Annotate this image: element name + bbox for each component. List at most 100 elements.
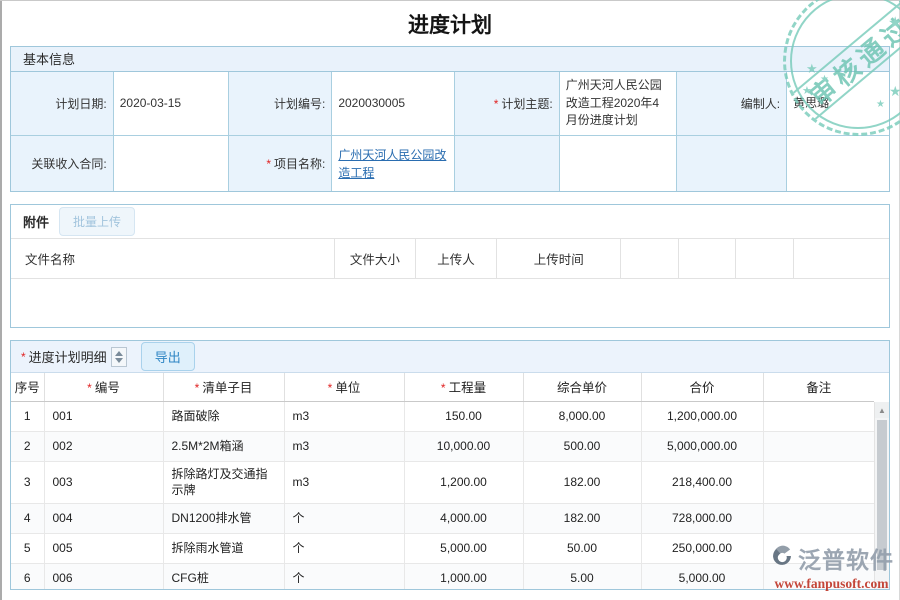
required-asterisk: *	[266, 157, 271, 171]
detail-cell	[763, 504, 874, 534]
detail-cell: 1	[11, 401, 44, 431]
detail-cell: 3	[11, 461, 44, 504]
detail-cell: 拆除雨水管道	[163, 534, 284, 564]
detail-cell: m3	[284, 461, 404, 504]
detail-table: 序号*编号*清单子目*单位*工程量综合单价合价备注 1001路面破除m3150.…	[11, 373, 874, 590]
field-label: 计划日期:	[11, 72, 114, 136]
project-name-link[interactable]: 广州天河人民公园改造工程	[338, 146, 448, 182]
detail-header-row: 序号*编号*清单子目*单位*工程量综合单价合价备注	[11, 373, 874, 401]
sort-down-icon	[115, 358, 123, 363]
field-value: 广州天河人民公园改造工程	[332, 136, 455, 191]
detail-cell	[763, 401, 874, 431]
field-value: 黄思璐	[787, 72, 889, 136]
detail-col-header: 合价	[641, 373, 763, 401]
detail-cell: 003	[44, 461, 163, 504]
attach-col-header: 上传人	[416, 239, 498, 278]
detail-cell: 182.00	[523, 461, 641, 504]
detail-cell: 个	[284, 504, 404, 534]
brand-row: 泛普软件	[769, 541, 894, 575]
detail-cell: 5	[11, 534, 44, 564]
detail-cell	[763, 461, 874, 504]
attach-col-header	[736, 239, 794, 278]
field-label: 关联收入合同:	[11, 136, 114, 191]
export-button[interactable]: 导出	[141, 342, 195, 371]
detail-cell: 2.5M*2M箱涵	[163, 431, 284, 461]
detail-cell: 10,000.00	[404, 431, 523, 461]
field-label: *计划主题:	[455, 72, 559, 136]
sort-toggle-icon[interactable]	[111, 347, 127, 367]
field-value	[560, 136, 678, 191]
detail-cell: 5,000.00	[641, 564, 763, 590]
attach-col-header	[679, 239, 736, 278]
detail-section: * 进度计划明细 导出 序号*编号*清单子目*单位*工程量综合单价合价备注 10…	[10, 340, 890, 590]
detail-col-header: 综合单价	[523, 373, 641, 401]
detail-toolbar: * 进度计划明细 导出	[11, 341, 889, 373]
star-icon: ★	[889, 83, 900, 100]
required-asterisk: *	[328, 381, 333, 395]
attachments-title: 附件	[23, 212, 49, 231]
brand-logo-icon	[769, 543, 795, 574]
sort-up-icon	[115, 351, 123, 356]
detail-row: 5005拆除雨水管道个5,000.0050.00250,000.00	[11, 534, 874, 564]
detail-cell: 1,200,000.00	[641, 401, 763, 431]
field-label: 编制人:	[677, 72, 787, 136]
basic-info-section-title: 基本信息	[11, 47, 889, 72]
detail-col-header: *单位	[284, 373, 404, 401]
detail-cell: 150.00	[404, 401, 523, 431]
detail-cell: 个	[284, 534, 404, 564]
attachments-table-header: 文件名称文件大小上传人上传时间	[11, 238, 889, 279]
detail-cell: m3	[284, 431, 404, 461]
detail-cell: 6	[11, 564, 44, 590]
detail-cell: 006	[44, 564, 163, 590]
detail-section-title: 进度计划明细	[29, 347, 107, 366]
detail-cell: 005	[44, 534, 163, 564]
field-value: 2020030005	[332, 72, 455, 136]
detail-row: 20022.5M*2M箱涵m310,000.00500.005,000,000.…	[11, 431, 874, 461]
attachments-header: 附件 批量上传	[11, 205, 889, 238]
detail-col-header: *工程量	[404, 373, 523, 401]
detail-cell: 004	[44, 504, 163, 534]
detail-cell: 218,400.00	[641, 461, 763, 504]
detail-cell: 500.00	[523, 431, 641, 461]
field-value: 广州天河人民公园改造工程2020年4月份进度计划	[560, 72, 678, 136]
batch-upload-button[interactable]: 批量上传	[59, 207, 135, 236]
detail-cell: 拆除路灯及交通指示牌	[163, 461, 284, 504]
detail-cell: 4	[11, 504, 44, 534]
detail-cell: 728,000.00	[641, 504, 763, 534]
detail-cell: 4,000.00	[404, 504, 523, 534]
attach-col-header	[794, 239, 889, 278]
detail-cell: 8,000.00	[523, 401, 641, 431]
brand-watermark: 泛普软件 www.fanpusoft.com	[769, 541, 894, 592]
detail-cell: 1,200.00	[404, 461, 523, 504]
detail-cell: 路面破除	[163, 401, 284, 431]
brand-url: www.fanpusoft.com	[769, 576, 894, 592]
required-asterisk: *	[441, 381, 446, 395]
field-value	[114, 136, 229, 191]
basic-info-grid: 计划日期:2020-03-15计划编号:2020030005*计划主题:广州天河…	[11, 72, 889, 191]
brand-name: 泛普软件	[798, 541, 894, 575]
field-label	[455, 136, 559, 191]
detail-cell: 5,000,000.00	[641, 431, 763, 461]
detail-cell: 001	[44, 401, 163, 431]
detail-row: 3003拆除路灯及交通指示牌m31,200.00182.00218,400.00	[11, 461, 874, 504]
required-asterisk: *	[87, 381, 92, 395]
detail-cell: 2	[11, 431, 44, 461]
field-label: *项目名称:	[229, 136, 333, 191]
field-value	[787, 136, 889, 191]
attach-col-header: 文件大小	[335, 239, 416, 278]
detail-row: 6006CFG桩个1,000.005.005,000.00	[11, 564, 874, 590]
required-asterisk: *	[21, 350, 26, 364]
detail-cell: 个	[284, 564, 404, 590]
detail-cell: DN1200排水管	[163, 504, 284, 534]
detail-row: 1001路面破除m3150.008,000.001,200,000.00	[11, 401, 874, 431]
required-asterisk: *	[195, 381, 200, 395]
scrollbar-up-arrow-icon[interactable]: ▲	[875, 402, 889, 418]
page-title: 进度计划	[0, 0, 900, 46]
attach-col-header: 上传时间	[497, 239, 621, 278]
detail-cell: 5,000.00	[404, 534, 523, 564]
field-label: 计划编号:	[229, 72, 333, 136]
detail-cell: 5.00	[523, 564, 641, 590]
detail-cell: 50.00	[523, 534, 641, 564]
detail-table-wrap: 序号*编号*清单子目*单位*工程量综合单价合价备注 1001路面破除m3150.…	[11, 373, 889, 590]
detail-cell	[763, 431, 874, 461]
